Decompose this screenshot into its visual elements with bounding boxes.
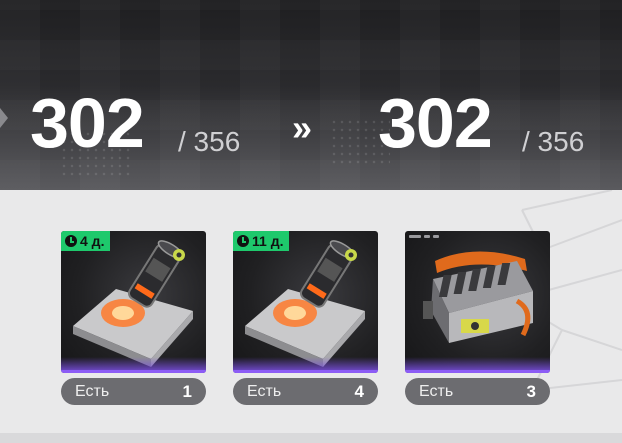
divider [0, 433, 622, 443]
owned-label: Есть [419, 382, 454, 400]
timer-text: 4 д. [80, 233, 105, 249]
items-panel: 4 д. Есть 1 11 д. Есть 4 Есть 3 [0, 190, 622, 443]
item-thumbnail[interactable] [405, 231, 550, 373]
grenade-canister-icon [245, 240, 365, 367]
level-indicator [409, 235, 439, 238]
level-panel: 302 / 356 » 302 / 356 [0, 0, 622, 190]
item-card[interactable]: 4 д. Есть 1 [61, 231, 206, 405]
owned-number: 4 [354, 381, 364, 401]
rarity-line [405, 370, 550, 373]
item-card[interactable]: 11 д. Есть 4 [233, 231, 378, 405]
triangle-marker-icon [0, 108, 8, 128]
item-card[interactable]: Есть 3 [405, 231, 550, 405]
owned-count: Есть 4 [233, 378, 378, 405]
rarity-line [233, 370, 378, 373]
item-thumbnail[interactable]: 4 д. [61, 231, 206, 373]
current-level-max: / 356 [178, 126, 241, 157]
arrow-right-icon: » [292, 107, 313, 148]
clock-icon [65, 235, 77, 247]
timer-text: 11 д. [252, 233, 284, 249]
engine-block-icon [423, 251, 533, 343]
item-thumbnail[interactable]: 11 д. [233, 231, 378, 373]
owned-label: Есть [247, 382, 282, 400]
next-level-value: 302 [378, 84, 493, 162]
next-level-max: / 356 [522, 126, 585, 157]
timer-badge: 11 д. [233, 231, 290, 251]
owned-label: Есть [75, 382, 110, 400]
owned-number: 3 [526, 381, 536, 401]
grenade-canister-icon [73, 240, 193, 367]
owned-number: 1 [182, 381, 192, 401]
clock-icon [237, 235, 249, 247]
owned-count: Есть 3 [405, 378, 550, 405]
owned-count: Есть 1 [61, 378, 206, 405]
rarity-line [61, 370, 206, 373]
current-level-value: 302 [30, 84, 145, 162]
timer-badge: 4 д. [61, 231, 111, 251]
